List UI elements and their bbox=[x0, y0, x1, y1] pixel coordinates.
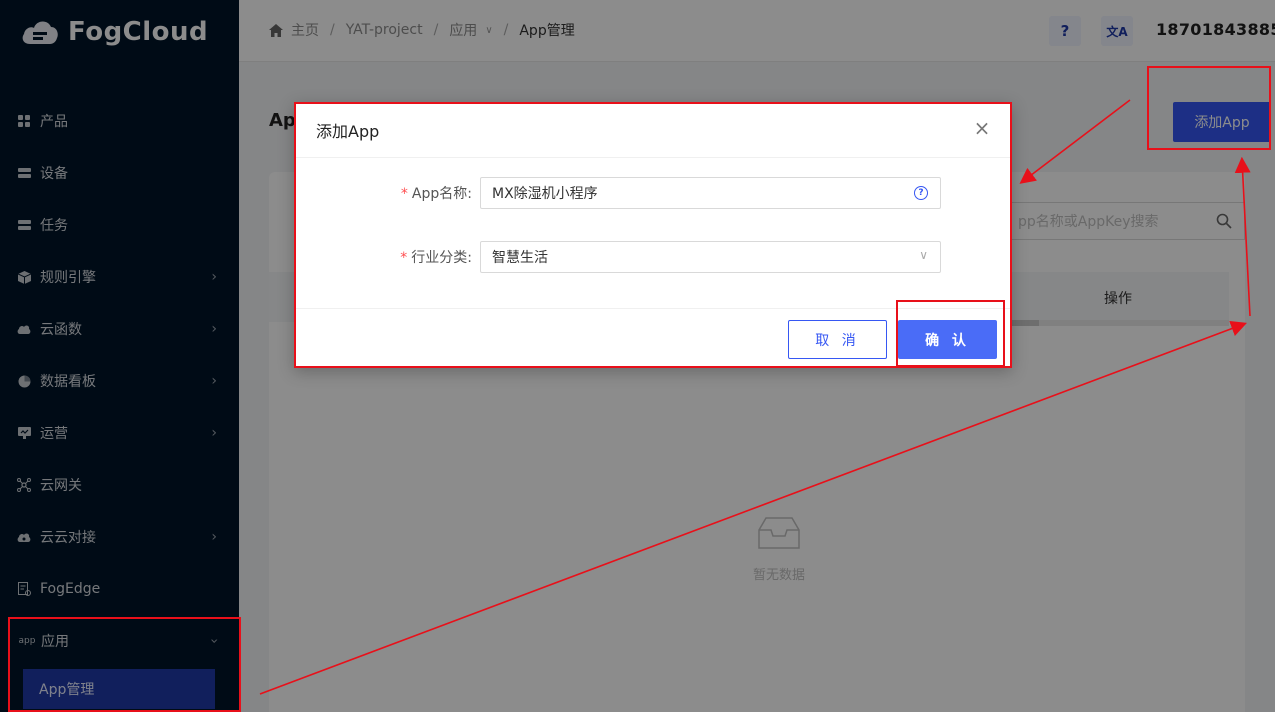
industry-label: * 行业分类: bbox=[400, 250, 472, 266]
app-name-label: * App名称: bbox=[400, 186, 472, 202]
dialog-title: 添加App bbox=[316, 121, 380, 141]
confirm-button[interactable]: 确 认 bbox=[898, 320, 997, 359]
dialog-header: 添加App × bbox=[294, 102, 1012, 158]
close-icon[interactable]: × bbox=[972, 118, 992, 138]
add-app-dialog: 添加App × * App名称: MX除湿机小程序 ? * 行业分类: 智慧生活 ∨… bbox=[294, 102, 1012, 368]
chevron-down-icon: ∨ bbox=[919, 248, 928, 262]
industry-select[interactable]: 智慧生活 ∨ bbox=[480, 241, 941, 273]
industry-value: 智慧生活 bbox=[492, 250, 548, 266]
form-row-app-name: * App名称: MX除湿机小程序 ? bbox=[294, 176, 1012, 210]
form-row-industry: * 行业分类: 智慧生活 ∨ bbox=[294, 240, 1012, 274]
question-circle-icon[interactable]: ? bbox=[914, 186, 928, 200]
app-name-value: MX除湿机小程序 bbox=[492, 186, 598, 202]
cancel-button[interactable]: 取 消 bbox=[788, 320, 887, 359]
dialog-footer: 取 消 确 认 bbox=[294, 308, 1012, 368]
app-name-input[interactable]: MX除湿机小程序 ? bbox=[480, 177, 941, 209]
